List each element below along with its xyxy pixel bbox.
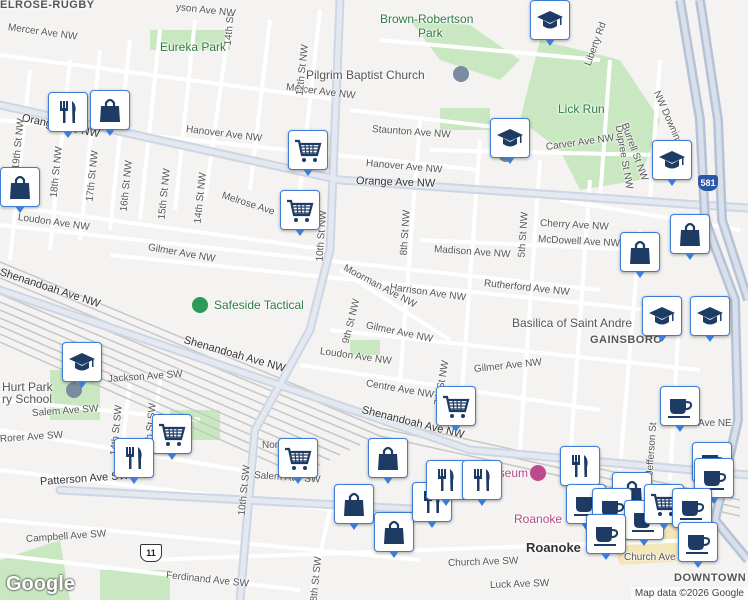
- shopping-icon: [100, 98, 120, 122]
- cafe-icon: [594, 527, 619, 546]
- interstate-shield-icon: 581: [698, 175, 718, 191]
- shopping-icon: [680, 222, 700, 246]
- google-logo: Google: [6, 573, 75, 595]
- shopping-icon: [378, 446, 398, 470]
- school-marker[interactable]: [530, 0, 570, 46]
- map-canvas[interactable]: 581 11 ELROSE-RUGBY GAINSBORO DOWNTOWN E…: [0, 0, 748, 600]
- school-marker[interactable]: [642, 296, 682, 342]
- grocery-icon: [295, 139, 322, 162]
- shopping-icon: [630, 240, 650, 264]
- store-pin-icon[interactable]: [192, 297, 208, 313]
- place-label: Roanoke: [514, 512, 563, 526]
- shopping-marker[interactable]: [0, 167, 40, 213]
- park-label: Park: [418, 26, 443, 40]
- shopping-marker[interactable]: [374, 512, 414, 558]
- grocery-marker[interactable]: [288, 130, 328, 176]
- restaurant-icon: [126, 447, 142, 469]
- restaurant-icon: [60, 101, 76, 123]
- shopping-marker[interactable]: [620, 232, 660, 278]
- neighborhood-label: DOWNTOWN: [674, 572, 747, 584]
- street-label: Luck Ave SW: [489, 577, 550, 591]
- street-label: Ave NE: [698, 418, 732, 429]
- shopping-marker[interactable]: [334, 484, 374, 530]
- cafe-icon: [686, 535, 711, 554]
- restaurant-icon: [572, 455, 588, 477]
- church-label: Basilica of Saint Andre: [512, 316, 633, 330]
- grocery-marker[interactable]: [278, 438, 318, 484]
- restaurant-marker[interactable]: [114, 438, 154, 484]
- restaurant-icon: [438, 469, 454, 491]
- shopping-icon: [384, 520, 404, 544]
- school-marker[interactable]: [652, 140, 692, 186]
- school-icon: [659, 151, 685, 169]
- restaurant-marker[interactable]: [560, 446, 600, 492]
- grocery-icon: [287, 199, 314, 222]
- city-label: Roanoke: [526, 540, 581, 555]
- restaurant-marker[interactable]: [48, 92, 88, 138]
- school-icon: [697, 307, 723, 325]
- school-marker[interactable]: [490, 118, 530, 164]
- school-icon: [497, 129, 523, 147]
- us-route-shield-icon: 11: [140, 544, 162, 562]
- us-route-shield-label: 11: [146, 548, 156, 558]
- park-label: Eureka Park: [160, 40, 227, 54]
- grocery-icon: [285, 447, 312, 470]
- store-label: Safeside Tactical: [214, 298, 304, 312]
- school-icon: [649, 307, 675, 325]
- church-pin-icon[interactable]: [453, 66, 469, 82]
- restaurant-marker[interactable]: [426, 460, 466, 506]
- interstate-shield-label: 581: [700, 178, 716, 188]
- museum-pin-icon[interactable]: [530, 465, 546, 481]
- neighborhood-label: ELROSE-RUGBY: [0, 0, 95, 11]
- grocery-marker[interactable]: [436, 386, 476, 432]
- cafe-icon: [680, 501, 705, 520]
- park-label: Lick Run: [558, 102, 605, 116]
- shopping-icon: [344, 492, 364, 516]
- shopping-marker[interactable]: [670, 214, 710, 260]
- street-label: Church Ave: [624, 552, 676, 563]
- restaurant-marker[interactable]: [462, 460, 502, 506]
- shopping-marker[interactable]: [90, 90, 130, 136]
- restaurant-icon: [474, 469, 490, 491]
- cafe-marker[interactable]: [586, 514, 626, 560]
- cafe-marker[interactable]: [660, 386, 700, 432]
- map-attribution[interactable]: Map data ©2026 Google: [630, 587, 748, 600]
- cafe-icon: [668, 399, 693, 418]
- shopping-icon: [10, 175, 30, 199]
- school-marker[interactable]: [62, 342, 102, 388]
- grocery-icon: [159, 423, 186, 446]
- shopping-marker[interactable]: [368, 438, 408, 484]
- grocery-marker[interactable]: [280, 190, 320, 236]
- grocery-icon: [443, 395, 470, 418]
- school-marker[interactable]: [690, 296, 730, 342]
- school-label: ry School: [2, 392, 53, 406]
- street-label: Nor: [262, 440, 279, 451]
- cafe-marker[interactable]: [678, 522, 718, 568]
- park-label: Brown-Robertson: [380, 12, 474, 26]
- church-label: Pilgrim Baptist Church: [306, 68, 425, 82]
- grocery-marker[interactable]: [152, 414, 192, 460]
- school-icon: [537, 11, 563, 29]
- school-icon: [69, 353, 95, 371]
